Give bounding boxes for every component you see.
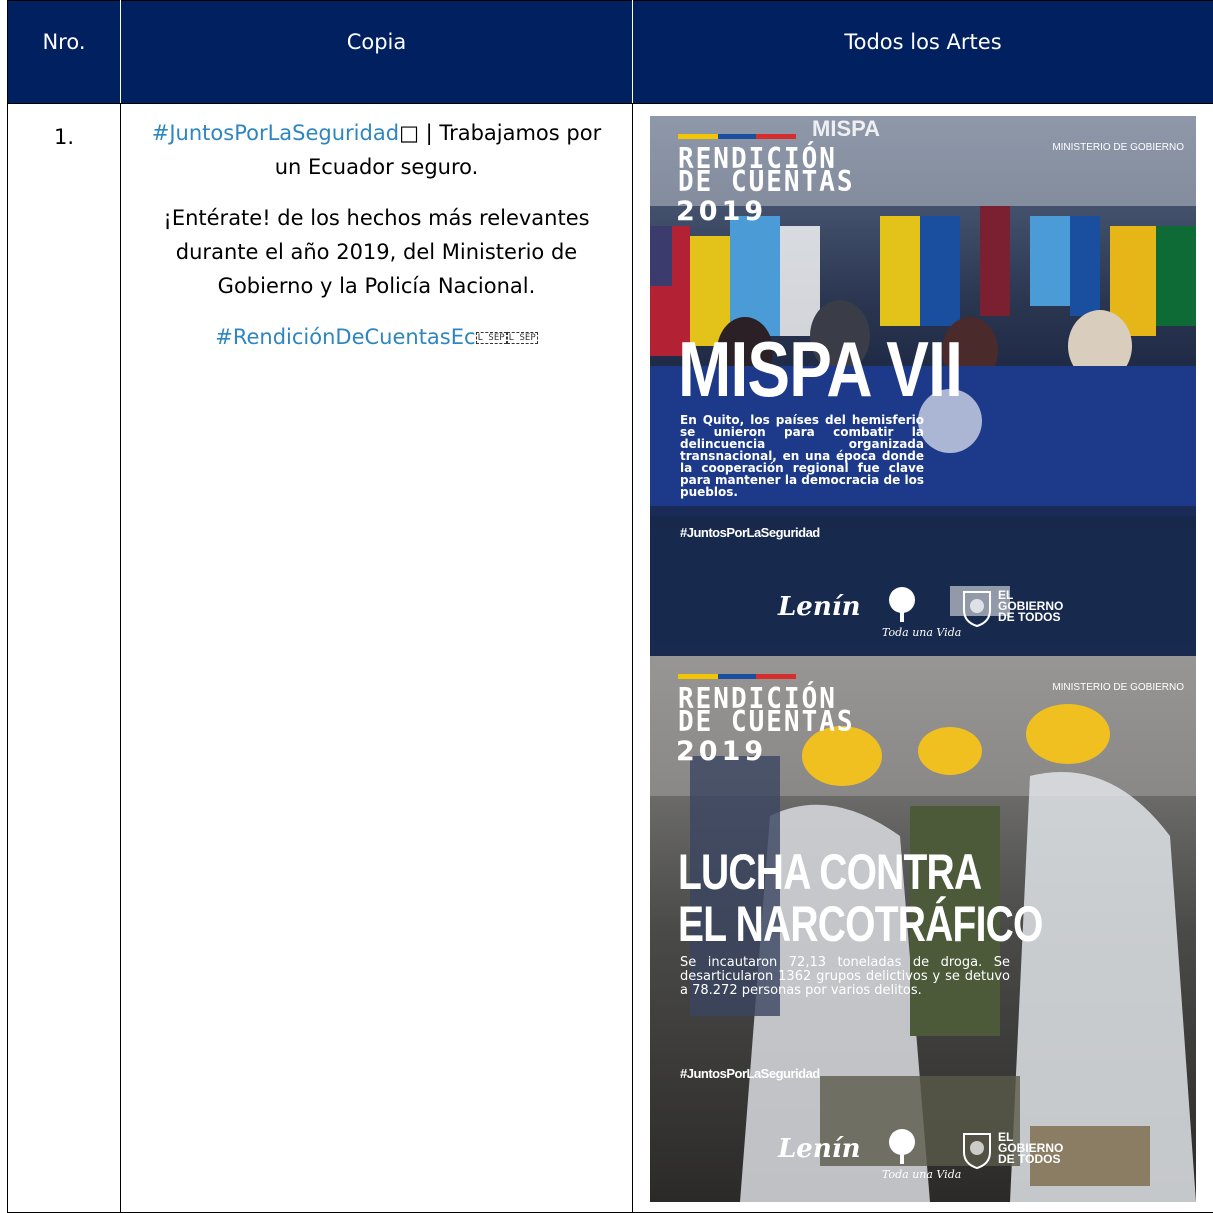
rendicion-line-2: DE CUENTAS (678, 711, 855, 734)
gobierno-line-3: DE TODOS (998, 612, 1063, 623)
color-stripe (678, 674, 796, 679)
poster-headline: LUCHA CONTRA EL NARCOTRÁFICO (678, 846, 1043, 950)
tree-label: Toda una Vida (882, 1168, 961, 1181)
tree-icon (885, 1128, 919, 1166)
header-nro: Nro. (8, 1, 121, 104)
poster-headline: MISPA VII (678, 324, 962, 415)
color-stripe (678, 134, 796, 139)
gobierno-line-3: DE TODOS (998, 1154, 1063, 1165)
ecuador-shield-icon (960, 588, 994, 628)
cell-artes: MISPA RENDICIÓN DE CUENTAS 2019 MINISTER… (633, 104, 1213, 1213)
header-artes: Todos los Artes (633, 1, 1213, 104)
header-copia: Copia (121, 1, 633, 104)
ministerio-label: MINISTERIO DE GOBIERNO (1052, 142, 1184, 153)
copy-paragraph-1: #JuntosPorLaSeguridad□ | Trabajamos por … (139, 116, 614, 184)
poster-footer-logos: Lenín Toda una Vida EL GOBIERNO (778, 1128, 1078, 1178)
gobierno-de-todos: EL GOBIERNO DE TODOS (998, 1132, 1063, 1165)
document-table: Nro. Copia Todos los Artes 1. #JuntosPor… (7, 0, 1213, 1213)
ministerio-label: MINISTERIO DE GOBIERNO (1052, 682, 1184, 693)
missing-glyph: □ (399, 121, 419, 145)
stripe-red (756, 674, 796, 679)
copy-paragraph-3: #RendiciónDeCuentasEcL SEPL SEP (139, 320, 614, 354)
table-row: 1. #JuntosPorLaSeguridad□ | Trabajamos p… (8, 104, 1213, 1213)
sep-mark: L SEP (507, 332, 538, 344)
lenin-signature: Lenín (778, 592, 861, 622)
header-row: Nro. Copia Todos los Artes (8, 1, 1213, 104)
copy-paragraph-2: ¡Entérate! de los hechos más relevantes … (139, 201, 614, 303)
stripe-red (756, 134, 796, 139)
stripe-yellow (678, 674, 718, 679)
cell-copia: #JuntosPorLaSeguridad□ | Trabajamos por … (121, 104, 633, 1213)
rendicion-year: 2019 (676, 736, 767, 767)
poster-hashtag: #JuntosPorLaSeguridad (680, 525, 820, 540)
rendicion-title: RENDICIÓN DE CUENTAS (678, 148, 855, 194)
gobierno-de-todos: EL GOBIERNO DE TODOS (998, 590, 1063, 623)
sep-mark: L SEP (476, 332, 507, 344)
poster-narcotrafico: RENDICIÓN DE CUENTAS 2019 MINISTERIO DE … (650, 656, 1196, 1202)
poster-body: Se incautaron 72,13 toneladas de droga. … (680, 956, 1010, 998)
poster-body: En Quito, los países del hemisferio se u… (680, 414, 924, 498)
rendicion-line-2: DE CUENTAS (678, 171, 855, 194)
cell-nro: 1. (8, 104, 121, 1213)
poster-hashtag: #JuntosPorLaSeguridad (680, 1066, 820, 1081)
mispa-logo: MISPA (812, 116, 880, 142)
hashtag-juntos[interactable]: #JuntosPorLaSeguridad (152, 121, 399, 145)
stripe-blue (718, 134, 756, 139)
poster-footer-logos: Lenín Toda una Vida EL GOBIERNO (778, 586, 1078, 636)
tree-label: Toda una Vida (882, 626, 961, 639)
lenin-signature: Lenín (778, 1134, 861, 1164)
ecuador-shield-icon (960, 1130, 994, 1170)
stripe-blue (718, 674, 756, 679)
headline-line-1: LUCHA CONTRA (678, 846, 1043, 898)
rendicion-title: RENDICIÓN DE CUENTAS (678, 688, 855, 734)
tree-icon (885, 586, 919, 624)
headline-line-2: EL NARCOTRÁFICO (678, 898, 1043, 950)
stripe-yellow (678, 134, 718, 139)
rendicion-year: 2019 (676, 196, 767, 227)
poster-mispa: MISPA RENDICIÓN DE CUENTAS 2019 MINISTER… (650, 116, 1196, 656)
hashtag-rendicion[interactable]: #RendiciónDeCuentasEc (215, 325, 475, 349)
